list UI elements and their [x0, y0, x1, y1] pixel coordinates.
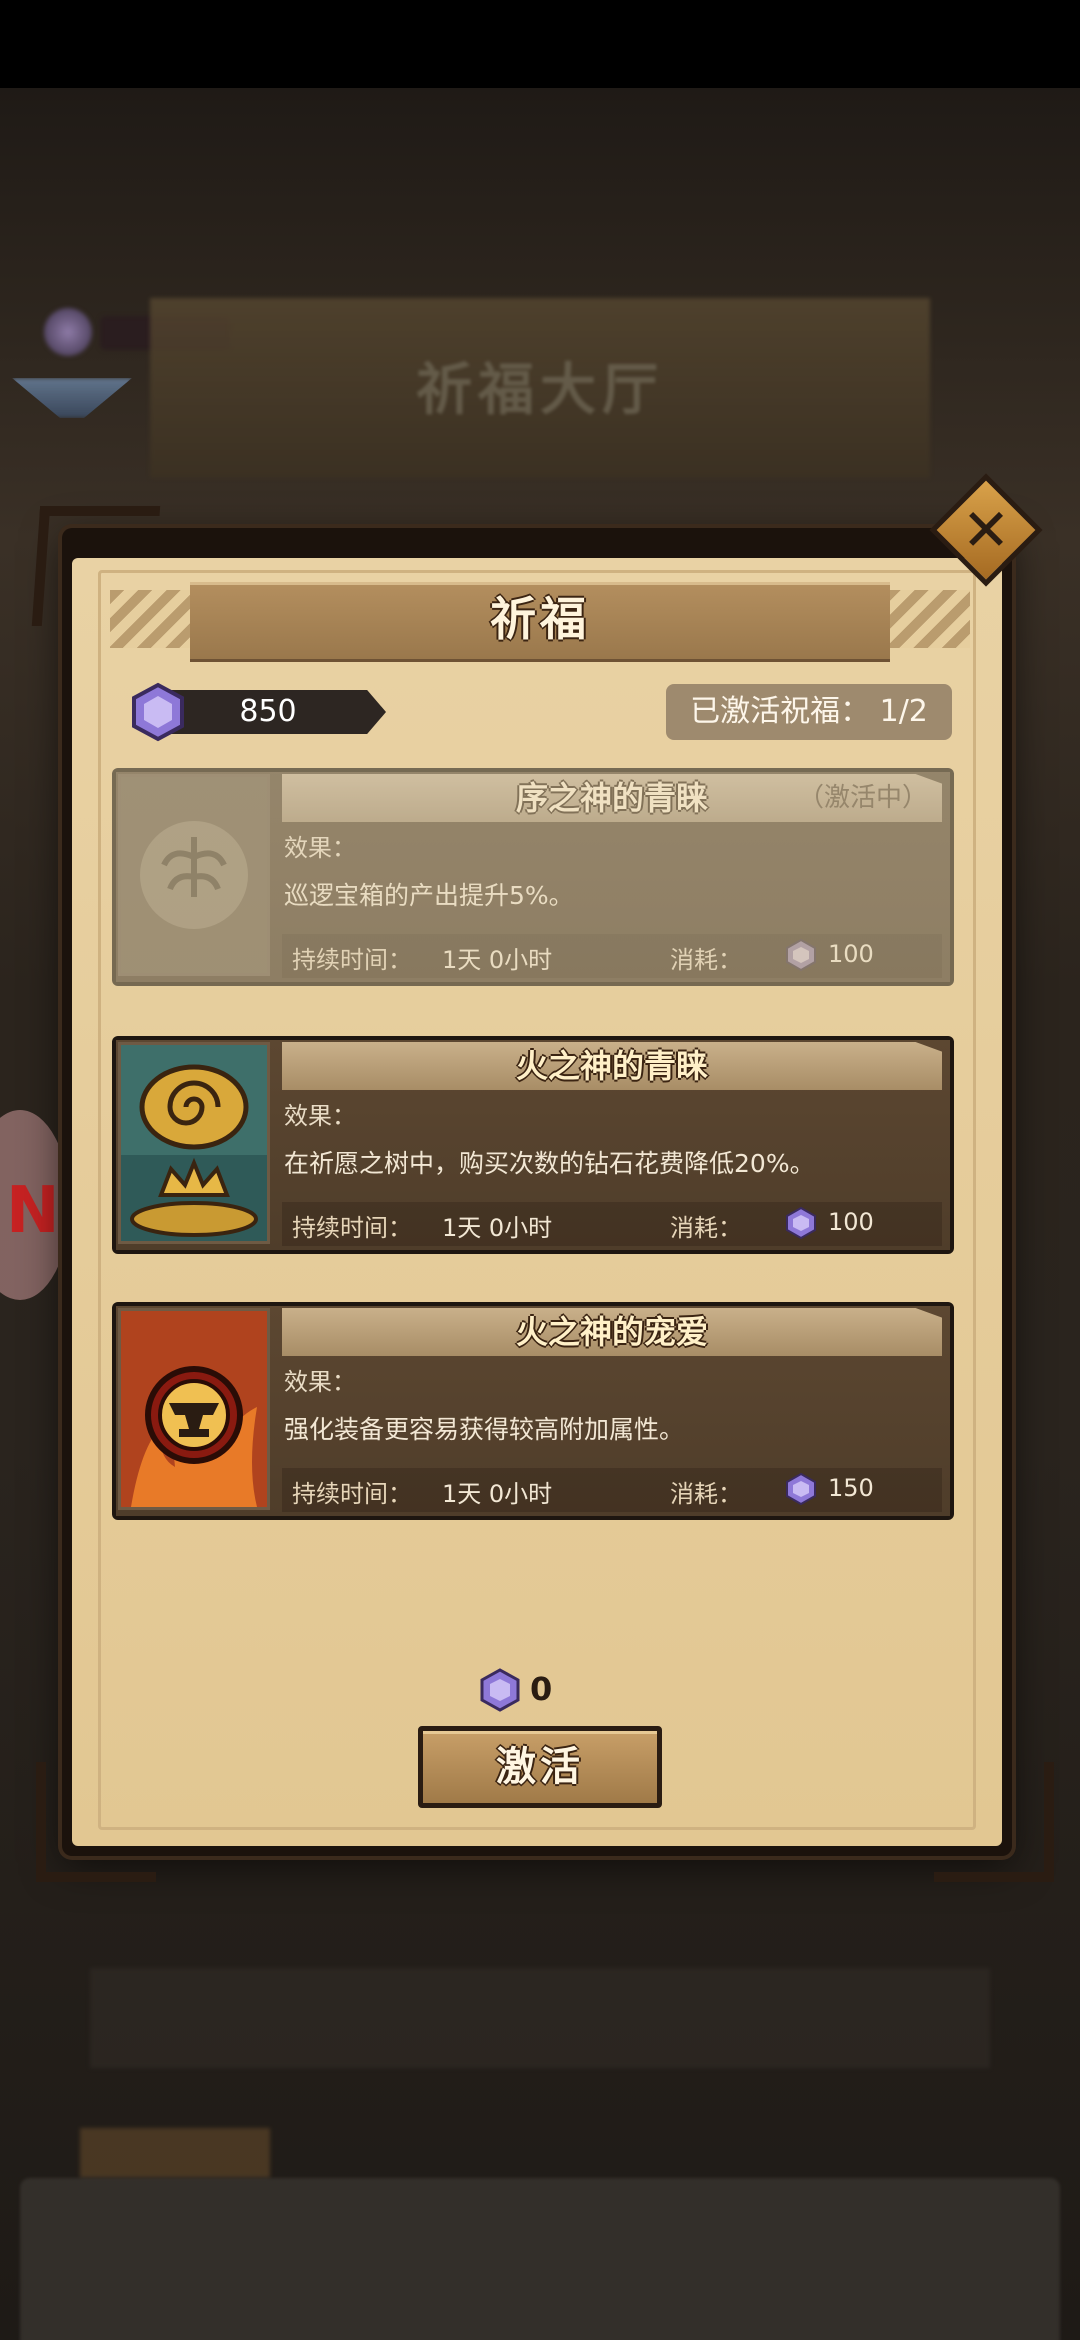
gem-icon [478, 1668, 522, 1712]
blessing-name: 火之神的宠爱 [515, 1313, 708, 1351]
hall-title: 祈福大厅 [416, 358, 664, 423]
corner-ornament [934, 1762, 1054, 1882]
tree-of-life-icon [118, 774, 270, 976]
duration-label: 持续时间： [292, 946, 412, 974]
duration-label: 持续时间： [292, 1480, 412, 1508]
corner-ornament [36, 1762, 156, 1882]
active-blessings-count: 已激活祝福： 1/2 [666, 684, 952, 740]
activate-button-label[interactable]: 激活 [418, 1726, 662, 1808]
blessing-card[interactable]: 序之神的青睐 （激活中） 效果： 巡逻宝箱的产出提升5%。 持续时间： 1天 0… [112, 768, 954, 986]
effect-text: 巡逻宝箱的产出提升5%。 [284, 881, 574, 910]
effect-label: 效果： [284, 1368, 356, 1396]
effect-label: 效果： [284, 834, 356, 862]
selected-cost: 0 [530, 1670, 553, 1708]
blessing-card[interactable]: 火之神的宠爱 效果： 强化装备更容易获得较高附加属性。 持续时间： 1天 0小时… [112, 1302, 954, 1520]
background-strip [90, 1968, 990, 2068]
gem-balance: 850 [239, 694, 297, 729]
gem-icon [784, 1206, 818, 1240]
background-tab [80, 2128, 270, 2178]
anvil-flame-icon [118, 1308, 270, 1510]
dialog-title: 祈福 [490, 592, 590, 646]
effect-text: 在祈愿之树中，购买次数的钻石花费降低20%。 [284, 1149, 815, 1178]
cost-value: 150 [828, 1474, 874, 1502]
background-bottom-panel [20, 2178, 1060, 2340]
cost-label: 消耗： [670, 946, 742, 974]
effect-text: 强化装备更容易获得较高附加属性。 [284, 1415, 685, 1444]
duration-value: 1天 0小时 [442, 1214, 553, 1242]
spiral-crown-icon [118, 1042, 270, 1244]
cost-label: 消耗： [670, 1214, 742, 1242]
duration-label: 持续时间： [292, 1214, 412, 1242]
gem-icon [784, 938, 818, 972]
cost-label: 消耗： [670, 1480, 742, 1508]
duration-value: 1天 0小时 [442, 946, 553, 974]
effect-label: 效果： [284, 1102, 356, 1130]
blessing-state: （激活中） [797, 783, 928, 813]
close-icon[interactable]: ✕ [946, 490, 1026, 570]
blessing-card[interactable]: 火之神的青睐 效果： 在祈愿之树中，购买次数的钻石花费降低20%。 持续时间： … [112, 1036, 954, 1254]
blessing-name: 火之神的青睐 [515, 1047, 708, 1085]
gem-icon [784, 1472, 818, 1506]
cost-value: 100 [828, 940, 874, 968]
duration-value: 1天 0小时 [442, 1480, 553, 1508]
cost-value: 100 [828, 1208, 874, 1236]
side-button-icon: N [6, 1174, 60, 1248]
